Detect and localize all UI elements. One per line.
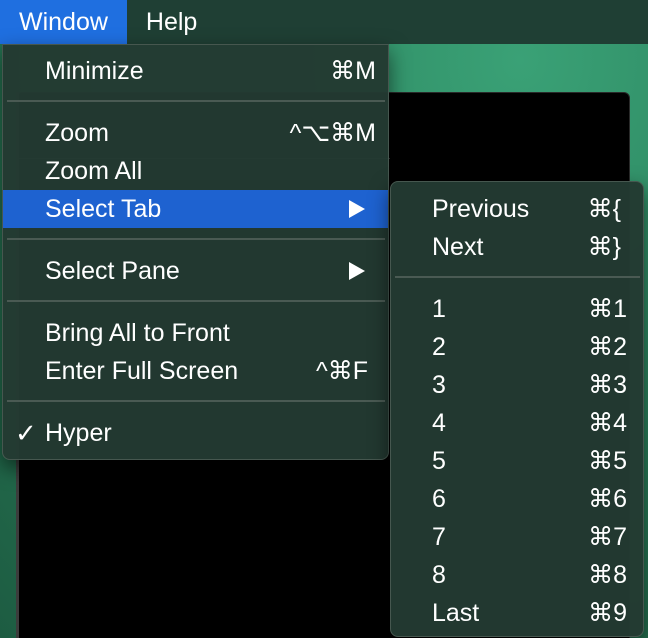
select-tab-submenu: Previous ⌘{ Next ⌘} 1 ⌘1 2 ⌘2 3 ⌘3 4 ⌘4 …: [390, 181, 644, 637]
submenu-item-tab-3[interactable]: 3 ⌘3: [391, 366, 643, 404]
menu-item-shortcut: ⌘2: [588, 333, 627, 361]
menu-item-select-pane[interactable]: Select Pane: [3, 252, 388, 290]
submenu-item-tab-1[interactable]: 1 ⌘1: [391, 290, 643, 328]
menu-item-shortcut: ⌘4: [588, 409, 627, 437]
menu-item-shortcut: ⌘9: [588, 599, 627, 627]
menu-item-shortcut: ^⌥⌘M: [289, 119, 376, 147]
submenu-item-next[interactable]: Next ⌘}: [391, 228, 643, 266]
menu-item-shortcut: ⌘5: [588, 447, 627, 475]
menu-item-shortcut: ⌘8: [588, 561, 627, 589]
menu-bar: Window Help: [0, 0, 648, 44]
menu-item-label: 1: [432, 294, 446, 323]
menu-item-hyper[interactable]: ✓ Hyper: [3, 414, 388, 452]
submenu-item-tab-4[interactable]: 4 ⌘4: [391, 404, 643, 442]
menu-item-shortcut: ^⌘F: [315, 357, 368, 385]
menu-separator: [7, 100, 385, 102]
menu-item-label: Next: [432, 232, 484, 261]
menu-item-shortcut: ⌘1: [588, 295, 627, 323]
submenu-item-tab-7[interactable]: 7 ⌘7: [391, 518, 643, 556]
submenu-item-previous[interactable]: Previous ⌘{: [391, 190, 643, 228]
menu-item-label: Enter Full Screen: [45, 356, 239, 385]
menu-item-label: 7: [432, 522, 446, 551]
menubar-window[interactable]: Window: [0, 0, 127, 44]
menu-item-select-tab[interactable]: Select Tab: [3, 190, 388, 228]
menu-item-shortcut: ⌘M: [330, 57, 376, 85]
menu-separator: [7, 238, 385, 240]
menu-item-shortcut: ⌘7: [588, 523, 627, 551]
menubar-help-label: Help: [145, 7, 198, 36]
submenu-arrow-icon: [349, 200, 365, 218]
menu-separator: [7, 400, 385, 402]
menu-item-label: 5: [432, 446, 446, 475]
menu-item-label: 8: [432, 560, 446, 589]
menu-item-shortcut: ⌘}: [587, 233, 621, 261]
menu-item-minimize[interactable]: Minimize ⌘M: [3, 52, 388, 90]
menu-item-label: Hyper: [45, 418, 112, 447]
menubar-window-label: Window: [19, 7, 108, 36]
submenu-item-tab-6[interactable]: 6 ⌘6: [391, 480, 643, 518]
submenu-item-last[interactable]: Last ⌘9: [391, 594, 643, 632]
menu-item-label: 6: [432, 484, 446, 513]
checkmark-icon: ✓: [15, 417, 37, 448]
menu-separator: [395, 276, 640, 278]
menu-item-label: 4: [432, 408, 446, 437]
menu-item-zoom-all[interactable]: Zoom All: [3, 152, 388, 190]
menu-item-label: Previous: [432, 194, 530, 223]
menu-separator: [7, 300, 385, 302]
menu-item-label: Select Tab: [45, 194, 162, 223]
menu-item-label: Minimize: [45, 56, 144, 85]
menu-item-label: Zoom: [45, 118, 109, 147]
menu-item-enter-full-screen[interactable]: Enter Full Screen ^⌘F: [3, 352, 388, 390]
menu-item-shortcut: ⌘6: [588, 485, 627, 513]
menu-item-label: Last: [432, 598, 480, 627]
menu-item-label: 3: [432, 370, 446, 399]
submenu-arrow-icon: [349, 262, 365, 280]
menu-item-bring-all-to-front[interactable]: Bring All to Front: [3, 314, 388, 352]
menu-item-label: Bring All to Front: [45, 318, 230, 347]
menu-item-label: Zoom All: [45, 156, 143, 185]
menubar-help[interactable]: Help: [127, 0, 216, 44]
menu-item-label: Select Pane: [45, 256, 180, 285]
menu-item-shortcut: ⌘{: [587, 195, 621, 223]
menu-item-shortcut: ⌘3: [588, 371, 627, 399]
submenu-item-tab-5[interactable]: 5 ⌘5: [391, 442, 643, 480]
menu-item-label: 2: [432, 332, 446, 361]
menu-item-zoom[interactable]: Zoom ^⌥⌘M: [3, 114, 388, 152]
submenu-item-tab-2[interactable]: 2 ⌘2: [391, 328, 643, 366]
window-menu: Minimize ⌘M Zoom ^⌥⌘M Zoom All Select Ta…: [2, 44, 389, 460]
submenu-item-tab-8[interactable]: 8 ⌘8: [391, 556, 643, 594]
